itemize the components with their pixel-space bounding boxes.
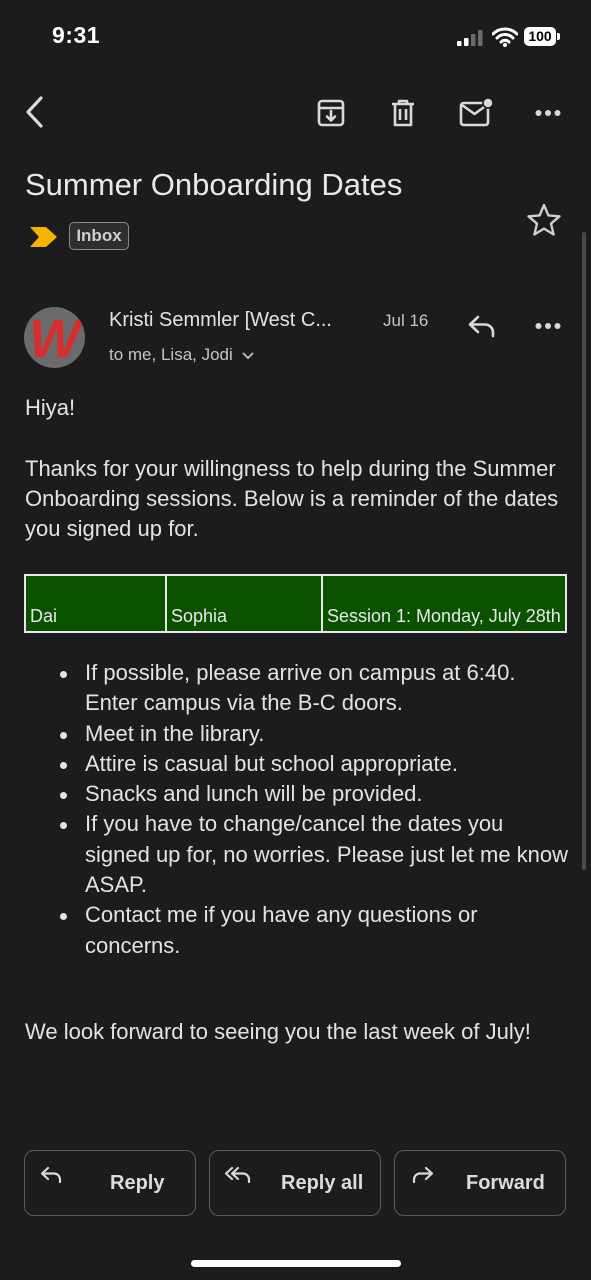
inbox-label[interactable]: Inbox	[69, 222, 129, 250]
scrollbar[interactable]	[582, 232, 586, 870]
list-item: If you have to change/cancel the dates y…	[60, 809, 573, 900]
table-cell-name2: Sophia	[165, 574, 323, 633]
list-item: Contact me if you have any questions or …	[60, 900, 573, 961]
status-time: 9:31	[52, 22, 101, 48]
table-cell-session: Session 1: Monday, July 28th	[321, 574, 567, 633]
reply-all-button[interactable]: Reply all	[209, 1150, 381, 1216]
back-button[interactable]	[14, 92, 54, 132]
importance-marker-icon	[30, 227, 57, 247]
email-date: Jul 16	[383, 311, 429, 330]
forward-button-label: Forward	[466, 1172, 545, 1194]
chevron-left-icon	[26, 96, 43, 128]
reply-button[interactable]: Reply	[24, 1150, 196, 1216]
email-intro: Thanks for your willingness to help duri…	[25, 456, 559, 541]
email-greeting: Hiya!	[25, 395, 76, 420]
wifi-icon	[492, 27, 518, 47]
recipients-toggle[interactable]: to me, Lisa, Jodi	[109, 345, 254, 365]
table-row: Dai Sophia Session 1: Monday, July 28th	[24, 574, 567, 633]
sender-avatar[interactable]: W	[24, 307, 85, 368]
mark-unread-button[interactable]	[455, 93, 497, 133]
mail-unread-icon	[459, 97, 494, 127]
more-horizontal-icon	[535, 323, 561, 329]
home-indicator[interactable]	[191, 1260, 401, 1267]
table-cell-name1: Dai	[24, 574, 167, 633]
reply-button-label: Reply	[110, 1172, 165, 1194]
trash-icon	[392, 99, 414, 127]
more-options-button[interactable]	[528, 93, 568, 133]
recipients-text: to me, Lisa, Jodi	[109, 345, 233, 364]
forward-icon	[412, 1166, 434, 1184]
reply-all-button-label: Reply all	[281, 1172, 364, 1194]
signal-icon	[457, 30, 483, 46]
forward-button[interactable]: Forward	[394, 1150, 566, 1216]
sender-name[interactable]: Kristi Semmler [West C...	[109, 309, 332, 332]
star-button[interactable]	[522, 198, 566, 242]
instructions-list: If possible, please arrive on campus at …	[25, 658, 573, 961]
chevron-down-icon	[242, 352, 253, 359]
list-item: Meet in the library.	[60, 719, 573, 749]
delete-button[interactable]	[383, 93, 423, 133]
archive-icon	[317, 99, 345, 127]
schedule-table: Dai Sophia Session 1: Monday, July 28th	[24, 574, 567, 633]
svg-text:W: W	[29, 309, 84, 368]
list-item: If possible, please arrive on campus at …	[60, 658, 573, 719]
reply-quick-button[interactable]	[462, 306, 502, 346]
star-icon	[527, 203, 561, 236]
archive-button[interactable]	[311, 93, 351, 133]
more-horizontal-icon	[535, 110, 561, 116]
email-subject: Summer Onboarding Dates	[25, 167, 403, 202]
reply-all-icon	[224, 1166, 251, 1184]
list-item: Attire is casual but school appropriate.	[60, 749, 573, 779]
list-item: Snacks and lunch will be provided.	[60, 779, 573, 809]
reply-icon	[40, 1166, 62, 1184]
battery-cap	[557, 33, 560, 40]
avatar-logo-icon: W	[29, 309, 84, 368]
battery-indicator: 100	[524, 27, 556, 46]
message-more-button[interactable]	[528, 306, 568, 346]
reply-icon	[468, 315, 495, 338]
email-closing: We look forward to seeing you the last w…	[25, 1019, 531, 1044]
